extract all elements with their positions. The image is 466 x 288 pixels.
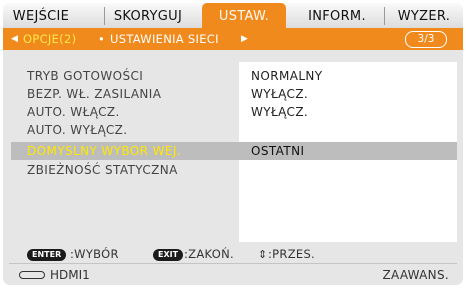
exit-key-badge: EXIT <box>153 249 184 261</box>
subtab-separator: • <box>98 32 106 46</box>
tab-divider <box>384 7 385 25</box>
exit-hint: :ZAKOŃ. <box>184 247 234 261</box>
subtab-ustawienia-sieci[interactable]: USTAWIENIA SIECI <box>110 28 219 50</box>
sub-tab-bar: ◀ OPCJE(2) • USTAWIENIA SIECI ▶ 3/3 <box>3 28 463 50</box>
left-arrow-icon[interactable]: ◀ <box>11 28 18 50</box>
menu-row-label: BEZP. WŁ. ZASILANIA <box>27 87 162 101</box>
projector-osd-menu: WEJŚCIE SKORYGUJ USTAW. INFORM. WYZER. ◀… <box>3 3 463 285</box>
subtab-opcje2[interactable]: OPCJE(2) <box>23 28 76 50</box>
menu-row-zbieznosc-statyczna[interactable]: ZBIEŻNOŚĆ STATYCZNA <box>11 161 457 179</box>
page-indicator: 3/3 <box>405 31 447 48</box>
hdmi-connector-icon <box>19 271 45 279</box>
right-arrow-icon[interactable]: ▶ <box>241 28 248 50</box>
menu-row-tryb-gotowosci[interactable]: TRYB GOTOWOŚCI NORMALNY <box>11 67 457 85</box>
menu-row-auto-wylacz[interactable]: AUTO. WYŁĄCZ. <box>11 121 457 139</box>
menu-row-domyslny-wybor-wej[interactable]: DOMYSLNY WYBOR WEJ. OSTATNI <box>11 142 457 160</box>
menu-row-value: NORMALNY <box>251 69 323 83</box>
menu-row-label: AUTO. WYŁĄCZ. <box>27 123 128 137</box>
input-source: HDMI1 <box>50 268 90 282</box>
footer-divider <box>9 263 457 264</box>
menu-row-value: WYŁĄCZ. <box>251 105 309 119</box>
tab-ustaw[interactable]: USTAW. <box>202 3 286 28</box>
tab-skoryguj[interactable]: SKORYGUJ <box>105 3 191 28</box>
menu-row-label: ZBIEŻNOŚĆ STATYCZNA <box>27 163 178 177</box>
tab-wejscie[interactable]: WEJŚCIE <box>9 3 73 28</box>
menu-row-label: DOMYSLNY WYBOR WEJ. <box>27 144 182 158</box>
menu-row-label: TRYB GOTOWOŚCI <box>27 69 144 83</box>
menu-row-value: OSTATNI <box>251 144 305 158</box>
menu-row-value: WYŁĄCZ. <box>251 87 309 101</box>
enter-hint: :WYBÓR <box>70 247 119 261</box>
enter-key-badge: ENTER <box>27 249 67 261</box>
menu-level: ZAAWANS. <box>382 268 449 282</box>
footer: ENTER :WYBÓR EXIT :ZAKOŃ. ⇕ :PRZES. HDMI… <box>3 245 463 285</box>
move-hint: :PRZES. <box>268 247 315 261</box>
main-tab-bar: WEJŚCIE SKORYGUJ USTAW. INFORM. WYZER. <box>3 3 463 29</box>
updown-arrow-icon: ⇕ <box>258 248 268 261</box>
menu-content: TRYB GOTOWOŚCI NORMALNY BEZP. WŁ. ZASILA… <box>3 50 463 245</box>
menu-row-bezp-wl-zasilania[interactable]: BEZP. WŁ. ZASILANIA WYŁĄCZ. <box>11 85 457 103</box>
menu-row-label: AUTO. WŁĄCZ. <box>27 105 120 119</box>
menu-row-auto-wlacz[interactable]: AUTO. WŁĄCZ. WYŁĄCZ. <box>11 103 457 121</box>
tab-wyzer[interactable]: WYZER. <box>387 3 461 28</box>
tab-inform[interactable]: INFORM. <box>299 3 375 28</box>
